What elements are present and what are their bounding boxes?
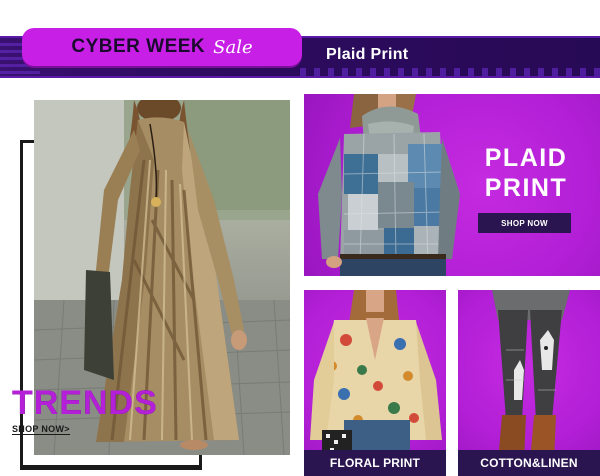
- left-frame-bottom: [20, 465, 202, 468]
- header-pixel-decoration: [300, 68, 600, 76]
- leggings-illustration: [492, 290, 570, 470]
- floral-print-card[interactable]: FLORAL PRINT: [304, 290, 446, 476]
- cotton-linen-label: COTTON&LINEN: [458, 450, 600, 476]
- cotton-linen-card[interactable]: COTTON&LINEN: [458, 290, 600, 476]
- sale-text: Sale: [213, 36, 253, 58]
- plaid-print-title: PLAID PRINT: [484, 144, 568, 202]
- cyber-week-badge[interactable]: CYBER WEEK Sale: [22, 28, 302, 66]
- floral-print-label: FLORAL PRINT: [304, 450, 446, 476]
- plaid-shop-now-button[interactable]: SHOP NOW: [478, 213, 571, 233]
- floral-illustration: [310, 290, 442, 476]
- left-frame-right: [199, 455, 202, 468]
- trends-shop-now-link[interactable]: SHOP NOW>: [12, 424, 70, 435]
- cyber-week-text: CYBER WEEK: [71, 36, 206, 57]
- category-title: Plaid Print: [326, 46, 409, 63]
- trends-headline: TRENDS: [12, 384, 158, 422]
- promo-page: CYBER WEEK Sale Plaid Print TRENDS SHOP …: [0, 0, 600, 476]
